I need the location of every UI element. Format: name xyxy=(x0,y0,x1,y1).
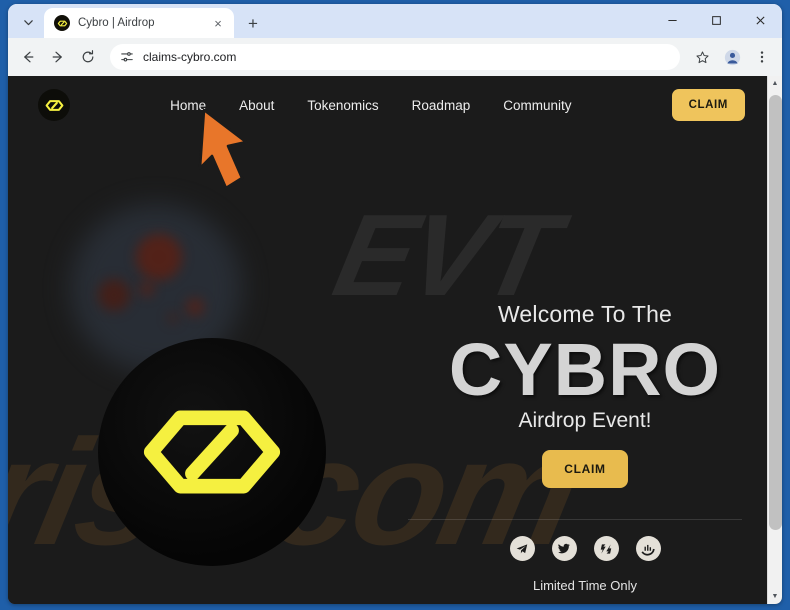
telegram-icon[interactable] xyxy=(509,536,535,561)
hero-claim-button[interactable]: CLAIM xyxy=(542,450,628,489)
site-header: Home About Tokenomics Roadmap Community … xyxy=(8,76,767,134)
limited-time-text: Limited Time Only xyxy=(532,578,638,593)
close-window-button[interactable] xyxy=(738,4,782,36)
twitter-icon[interactable] xyxy=(551,536,577,561)
scrollbar-thumb[interactable] xyxy=(768,95,782,530)
back-arrow-icon[interactable] xyxy=(14,43,42,71)
page-viewport: EVT risk.com Home About Tokenomics Roadm… xyxy=(8,76,782,604)
hero-divider xyxy=(408,519,742,520)
tab-search-chevron-icon[interactable] xyxy=(14,9,42,35)
scroll-up-arrow-icon[interactable]: ▲ xyxy=(768,76,783,91)
reload-icon[interactable] xyxy=(74,43,102,71)
site-logo-icon[interactable] xyxy=(38,89,70,121)
close-tab-icon[interactable]: × xyxy=(210,15,226,31)
address-bar[interactable]: claims-cybro.com xyxy=(110,44,680,70)
tune-icon[interactable] xyxy=(120,50,134,64)
tab-favicon-icon xyxy=(54,15,70,31)
profile-avatar-icon[interactable] xyxy=(718,43,746,71)
forward-arrow-icon[interactable] xyxy=(44,43,72,71)
site-nav: Home About Tokenomics Roadmap Community xyxy=(70,98,672,113)
page-scrollbar[interactable]: ▲ ▼ xyxy=(767,76,782,604)
nav-item-roadmap[interactable]: Roadmap xyxy=(412,98,471,113)
hero-welcome-text: Welcome To The xyxy=(497,301,673,327)
background-dot xyxy=(168,313,178,323)
scroll-down-arrow-icon[interactable]: ▼ xyxy=(768,589,783,604)
minimize-button[interactable] xyxy=(650,4,694,36)
window-controls xyxy=(650,4,782,36)
browser-tab[interactable]: Cybro | Airdrop × xyxy=(44,8,234,38)
zealy-icon[interactable] xyxy=(593,536,619,561)
nav-item-home[interactable]: Home xyxy=(170,98,206,113)
three-dot-menu-icon[interactable] xyxy=(748,43,776,71)
hero-subtitle: Airdrop Event! xyxy=(518,409,652,433)
browser-toolbar: claims-cybro.com xyxy=(8,38,782,76)
maximize-button[interactable] xyxy=(694,4,738,36)
new-tab-button[interactable]: + xyxy=(240,10,266,36)
nav-item-about[interactable]: About xyxy=(239,98,274,113)
hero-section: Welcome To The CYBRO Airdrop Event! CLAI… xyxy=(403,301,767,489)
social-links xyxy=(403,536,767,561)
url-text: claims-cybro.com xyxy=(143,50,237,64)
scrollbar-track[interactable] xyxy=(768,91,783,589)
web-page: EVT risk.com Home About Tokenomics Roadm… xyxy=(8,76,767,604)
browser-window: Cybro | Airdrop × + claims-cybro.com EVT… xyxy=(8,4,782,604)
background-dot xyxy=(98,279,130,311)
tab-title: Cybro | Airdrop xyxy=(78,17,155,29)
nav-item-community[interactable]: Community xyxy=(503,98,571,113)
hero-logo-icon xyxy=(98,338,326,566)
hero-title: CYBRO xyxy=(448,328,722,411)
chart-icon[interactable] xyxy=(635,536,661,561)
nav-item-tokenomics[interactable]: Tokenomics xyxy=(307,98,378,113)
tab-strip: Cybro | Airdrop × + xyxy=(8,4,782,38)
background-dot xyxy=(186,298,204,316)
background-dot xyxy=(140,282,154,296)
star-icon[interactable] xyxy=(688,43,716,71)
background-dot xyxy=(136,234,182,280)
header-claim-button[interactable]: CLAIM xyxy=(671,89,745,121)
